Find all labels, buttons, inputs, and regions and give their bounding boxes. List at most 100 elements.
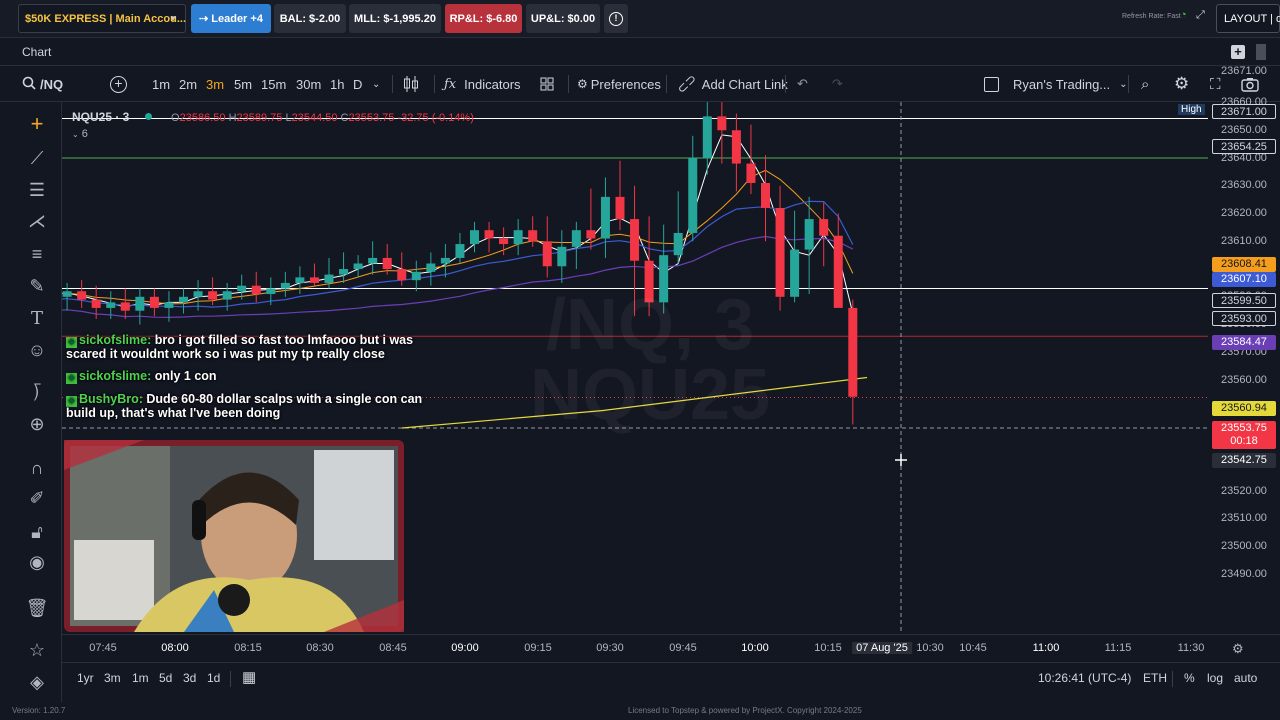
range-3m[interactable]: 3m [104,671,121,685]
percent-toggle[interactable]: % [1184,671,1195,685]
candle-body [630,219,640,261]
price-label: 23607.10 [1212,272,1276,287]
lock-icon[interactable]: 🔓︎ [24,520,50,544]
range-3d[interactable]: 3d [183,671,196,685]
symbol-search[interactable]: /NQ [22,66,63,102]
compare-button[interactable]: + [110,66,127,102]
preferences-button[interactable]: ⚙ Preferences [577,66,661,102]
trash-icon[interactable]: 🗑︎ [24,596,50,620]
candle-body [528,230,538,242]
leader-label: Leader +4 [211,12,263,25]
collapsed-count: 6 [81,128,88,140]
stream-chat-overlay: ✦ sickofslime: bro i got filled so fast t… [66,334,436,429]
bottom-separator [230,671,231,687]
auto-toggle[interactable]: auto [1234,671,1257,685]
settings-gear-icon[interactable]: ⚙ [1174,66,1189,102]
timeframe-chevron-down-icon[interactable]: ⌄ [372,66,380,102]
template-selector[interactable]: Ryan's Trading... ⌄ [1013,66,1128,102]
candle-body [557,246,567,267]
account-label: $50K EXPRESS | Main Accou... [25,12,186,25]
info-button[interactable]: ! [604,4,628,33]
eye-icon[interactable]: ◉ [24,550,50,574]
symbol-watermark: /NQ, 3 NQU25 [500,289,800,431]
timeframe-3m[interactable]: 3m [206,66,224,102]
preferences-label: Preferences [590,76,661,92]
zoom-search-icon[interactable]: ⌕ [1141,66,1149,102]
candle-body [702,116,712,159]
pitchfork-icon[interactable]: ⋌ [24,209,50,233]
chevron-down-icon: ⌄ [1119,78,1128,90]
range-1d[interactable]: 1d [207,671,220,685]
star-icon[interactable]: ☆ [24,638,50,662]
timeframe-1h[interactable]: 1h [330,66,344,102]
candle-body [571,230,581,247]
emoji-icon[interactable]: ☺ [24,338,50,362]
candle-body [164,302,174,308]
indicators-button[interactable]: ƒx Indicators [444,66,521,102]
candle-body [484,230,494,239]
undo-icon[interactable]: ↶ [797,66,808,102]
fib-icon[interactable]: ≡ [24,242,50,266]
change-value: -32.75 (-0.14%) [397,112,474,124]
leader-button[interactable]: ⇢ Leader +4 [191,4,271,33]
time-axis[interactable]: 07:45 08:00 08:15 08:30 08:45 09:00 09:15 09:30… [62,634,1280,662]
timeframe-30m[interactable]: 30m [296,66,321,102]
panel-menu-icon[interactable] [1256,44,1266,60]
range-5d[interactable]: 5d [159,671,172,685]
indicators-collapse-toggle[interactable]: ⌄ 6 [72,128,474,140]
search-icon [22,76,36,93]
brush-icon[interactable]: ✎ [24,274,50,298]
add-panel-icon[interactable]: + [1231,45,1245,59]
horizontal-lines-icon[interactable]: ☰ [24,178,50,202]
log-toggle[interactable]: log [1207,671,1223,685]
timeframe-d[interactable]: D [353,66,362,102]
range-1m[interactable]: 1m [132,671,149,685]
panel-header: Chart + [0,38,1280,66]
text-icon[interactable]: T [24,306,50,330]
price-axis[interactable]: 23671.00 23660.00 23650.00 23640.00 23630.00… [1178,65,1280,634]
crosshair-icon[interactable]: + [24,111,50,136]
range-1yr[interactable]: 1yr [77,671,94,685]
drawing-toolbar: + ⟋ ☰ ⋌ ≡ ✎ T ☺ ⟌ ⊕ ∩ ✐ 🔓︎ ◉ 🗑︎ ☆ ◈ [0,102,62,702]
redo-icon[interactable]: ↷ [832,66,843,102]
candle-body [542,241,552,267]
timeframe-2m[interactable]: 2m [179,66,197,102]
session-toggle[interactable]: ETH [1143,671,1167,685]
timeframe-15m[interactable]: 15m [261,66,286,102]
candle-body [731,130,741,164]
fullscreen-icon[interactable]: ⤢ [1196,9,1205,22]
timeframe-1m[interactable]: 1m [152,66,170,102]
close-value: 23553.75 [348,112,395,124]
trend-line-icon[interactable]: ⟋ [24,146,50,170]
time-axis-settings-icon[interactable]: ⚙ [1232,641,1244,657]
add-chart-link-button[interactable]: ⊂⊃ Add Chart Link [674,66,788,102]
price-tick: 23620.00 [1221,207,1267,220]
price-tick: 23520.00 [1221,484,1267,497]
candle-body [382,257,392,270]
time-tick: 09:00 [451,642,479,654]
price-tick: 23671.00 [1221,65,1267,78]
account-selector[interactable]: $50K EXPRESS | Main Accou... ▼ [18,4,186,33]
templates-grid-icon[interactable] [540,66,554,102]
ruler-icon[interactable]: ⟌ [24,382,50,406]
timeframe-5m[interactable]: 5m [234,66,252,102]
chat-message: ✦ sickofslime: only 1 con [66,370,436,384]
zoom-in-icon[interactable]: ⊕ [24,412,50,436]
lock-drawing-icon[interactable]: ✐ [24,486,50,510]
layers-icon[interactable]: ◈ [24,670,50,694]
candle-body [237,285,247,292]
magnet-icon[interactable]: ∩ [24,456,50,480]
candle-body [295,277,305,283]
candle-type-icon[interactable] [403,66,419,102]
price-tick: 23490.00 [1221,567,1267,580]
cursor-crosshair-icon [895,454,907,466]
date-range-calendar-icon[interactable]: ▦ [242,668,256,686]
candle-body [586,230,596,239]
unrealized-pnl-label: UP&L: $0.00 [530,12,596,25]
layout-button[interactable]: LAYOUT | de [1216,4,1280,33]
price-label: 23584.47 [1212,335,1276,350]
chat-message: ✦ BushyBro: Dude 60-80 dollar scalps with… [66,393,436,420]
price-label: 00:18 [1212,434,1276,449]
template-checkbox[interactable] [984,66,999,102]
top-bar: $50K EXPRESS | Main Accou... ▼ ⇢ Leader +… [0,0,1280,38]
